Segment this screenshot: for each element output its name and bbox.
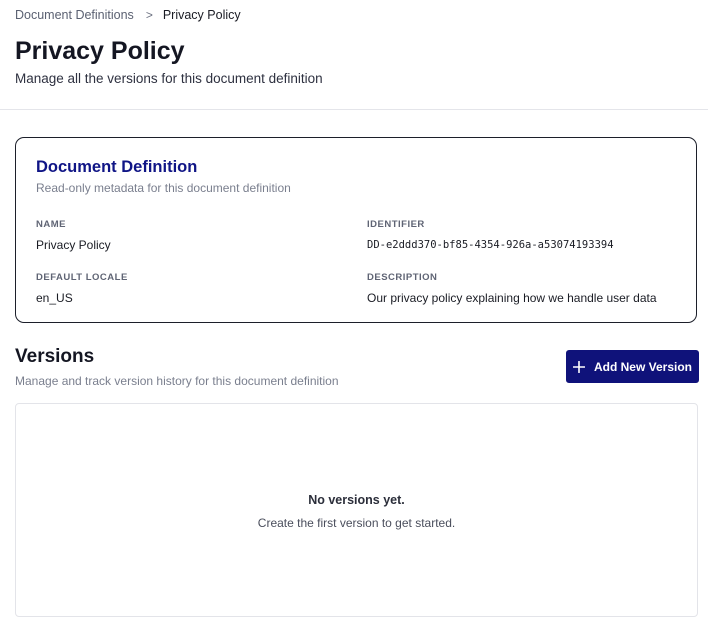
header-divider	[0, 109, 708, 110]
card-subtitle: Read-only metadata for this document def…	[36, 181, 291, 195]
card-title: Document Definition	[36, 158, 198, 176]
identifier-value: DD-e2ddd370-bf85-4354-926a-a53074193394	[367, 239, 614, 251]
default-locale-label: DEFAULT LOCALE	[36, 272, 128, 283]
breadcrumb-link-document-definitions[interactable]: Document Definitions	[15, 8, 134, 22]
default-locale-field: DEFAULT LOCALE en_US	[36, 272, 128, 306]
identifier-label: IDENTIFIER	[367, 219, 425, 230]
page-title: Privacy Policy	[15, 37, 185, 65]
description-field: DESCRIPTION Our privacy policy explainin…	[367, 272, 657, 306]
description-value: Our privacy policy explaining how we han…	[367, 291, 657, 305]
name-value: Privacy Policy	[36, 238, 111, 252]
plus-icon	[572, 360, 585, 373]
name-label: NAME	[36, 219, 66, 230]
versions-title: Versions	[15, 346, 95, 367]
empty-state-title: No versions yet.	[308, 493, 405, 507]
identifier-field: IDENTIFIER DD-e2ddd370-bf85-4354-926a-a5…	[367, 219, 614, 253]
breadcrumb-current: Privacy Policy	[162, 8, 241, 22]
description-label: DESCRIPTION	[367, 272, 438, 283]
page: Document Definitions > Privacy Policy Pr…	[0, 0, 708, 621]
add-new-version-button[interactable]: Add New Version	[566, 350, 699, 383]
breadcrumb: Document Definitions > Privacy Policy	[15, 6, 241, 24]
page-subtitle: Manage all the versions for this documen…	[15, 71, 323, 86]
versions-empty-state: No versions yet. Create the first versio…	[15, 403, 698, 617]
empty-state-text: Create the first version to get started.	[257, 516, 456, 530]
default-locale-value: en_US	[36, 291, 73, 305]
versions-subtitle: Manage and track version history for thi…	[15, 374, 339, 388]
document-definition-card: Document Definition Read-only metadata f…	[15, 137, 697, 323]
breadcrumb-separator: >	[145, 8, 153, 22]
add-new-version-label: Add New Version	[593, 359, 693, 374]
name-field: NAME Privacy Policy	[36, 219, 111, 253]
